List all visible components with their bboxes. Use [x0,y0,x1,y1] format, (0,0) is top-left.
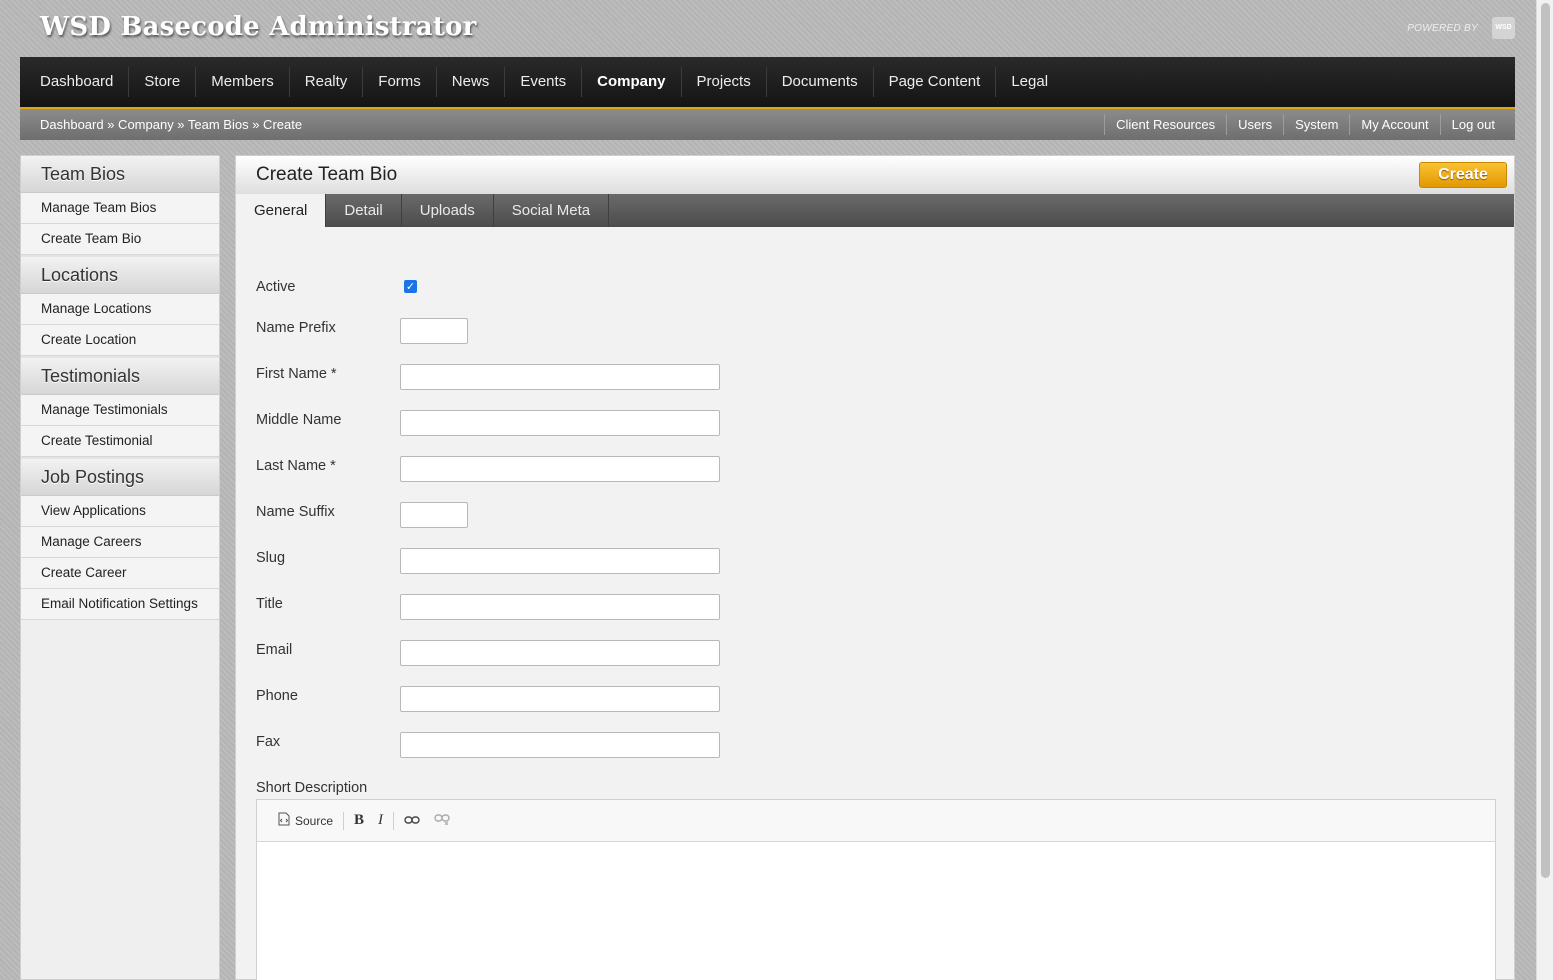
page-title: Create Team Bio [256,164,398,185]
sub-bar: Dashboard » Company » Team Bios » Create… [20,109,1515,140]
toolbar-separator [343,811,345,830]
create-button[interactable]: Create [1419,162,1507,188]
editor-toolbar: Source B I [257,800,1495,842]
first-name-input[interactable] [400,364,720,390]
users-link[interactable]: Users [1226,114,1283,135]
source-label: Source [295,813,334,828]
nav-item-news[interactable]: News [437,67,506,97]
source-button[interactable]: Source [271,812,340,829]
phone-label: Phone [256,688,298,704]
last-name-label: Last Name * [256,458,336,474]
bold-button[interactable]: B [347,812,371,829]
nav-item-store[interactable]: Store [129,67,197,97]
active-label: Active [256,279,296,295]
my-account-link[interactable]: My Account [1349,114,1439,135]
tab-uploads[interactable]: Uploads [402,194,494,227]
sidebar-section-team-bios: Team Bios [21,156,219,193]
source-icon [278,812,290,829]
content-header: Create Team Bio Create [236,156,1514,194]
nav-item-dashboard[interactable]: Dashboard [25,67,130,97]
content-panel: Create Team Bio Create General Detail Up… [235,155,1515,980]
main-nav: Dashboard Store Members Realty Forms New… [20,57,1515,109]
sidebar-item-view-applications[interactable]: View Applications [21,496,219,527]
tab-social-meta[interactable]: Social Meta [494,194,610,227]
nav-item-realty[interactable]: Realty [290,67,364,97]
unlink-button[interactable] [427,813,457,828]
scrollbar-thumb[interactable] [1541,3,1550,878]
tab-detail[interactable]: Detail [326,194,402,227]
sidebar-section-job-postings: Job Postings [21,459,219,496]
name-suffix-label: Name Suffix [256,504,335,520]
sidebar-item-create-career[interactable]: Create Career [21,558,219,589]
name-suffix-input[interactable] [400,502,468,528]
short-description-label: Short Description [256,780,368,796]
sidebar-section-locations: Locations [21,257,219,294]
sidebar-item-manage-locations[interactable]: Manage Locations [21,294,219,325]
logout-link[interactable]: Log out [1439,114,1506,135]
system-link[interactable]: System [1283,114,1349,135]
sidebar-section-testimonials: Testimonials [21,358,219,395]
unlink-icon [434,813,450,828]
email-input[interactable] [400,640,720,666]
link-button[interactable] [397,814,427,828]
breadcrumb[interactable]: Dashboard » Company » Team Bios » Create [40,117,302,132]
sidebar-item-create-team-bio[interactable]: Create Team Bio [21,224,219,255]
app-title: WSD Basecode Administrator [40,12,477,42]
wsd-logo[interactable]: WSD [1492,17,1515,39]
link-icon [404,814,420,828]
fax-label: Fax [256,734,281,750]
sidebar-item-create-location[interactable]: Create Location [21,325,219,356]
nav-item-members[interactable]: Members [196,67,290,97]
nav-item-page-content[interactable]: Page Content [874,67,997,97]
nav-item-company[interactable]: Company [582,67,682,97]
nav-item-forms[interactable]: Forms [363,67,437,97]
nav-item-events[interactable]: Events [505,67,583,97]
tab-bar: General Detail Uploads Social Meta [236,194,1514,227]
title-label: Title [256,596,283,612]
slug-input[interactable] [400,548,720,574]
client-resources-link[interactable]: Client Resources [1104,114,1226,135]
sidebar-item-email-notification-settings[interactable]: Email Notification Settings [21,589,219,620]
sidebar-item-manage-testimonials[interactable]: Manage Testimonials [21,395,219,426]
sidebar-item-create-testimonial[interactable]: Create Testimonial [21,426,219,457]
middle-name-input[interactable] [400,410,720,436]
rich-text-editor: Source B I [256,799,1496,980]
toolbar-separator [393,811,395,830]
email-label: Email [256,642,293,658]
last-name-input[interactable] [400,456,720,482]
italic-button[interactable]: I [371,812,390,829]
nav-item-legal[interactable]: Legal [996,67,1063,97]
sidebar: Team Bios Manage Team Bios Create Team B… [20,155,220,980]
nav-item-documents[interactable]: Documents [767,67,874,97]
utility-links: Client Resources Users System My Account… [1104,109,1506,140]
middle-name-label: Middle Name [256,412,342,428]
active-checkbox[interactable]: ✓ [404,280,417,293]
title-input[interactable] [400,594,720,620]
name-prefix-label: Name Prefix [256,320,336,336]
page-scrollbar[interactable] [1536,0,1553,980]
tab-general[interactable]: General [236,194,327,227]
slug-label: Slug [256,550,286,566]
sidebar-item-manage-careers[interactable]: Manage Careers [21,527,219,558]
powered-by-text: POWERED BY [1407,23,1478,34]
bold-icon: B [354,812,365,828]
phone-input[interactable] [400,686,720,712]
nav-item-projects[interactable]: Projects [682,67,767,97]
first-name-label: First Name * [256,366,337,382]
app-header: WSD Basecode Administrator POWERED BY WS… [0,0,1536,57]
sidebar-item-manage-team-bios[interactable]: Manage Team Bios [21,193,219,224]
italic-icon: I [378,812,384,828]
fax-input[interactable] [400,732,720,758]
name-prefix-input[interactable] [400,318,468,344]
